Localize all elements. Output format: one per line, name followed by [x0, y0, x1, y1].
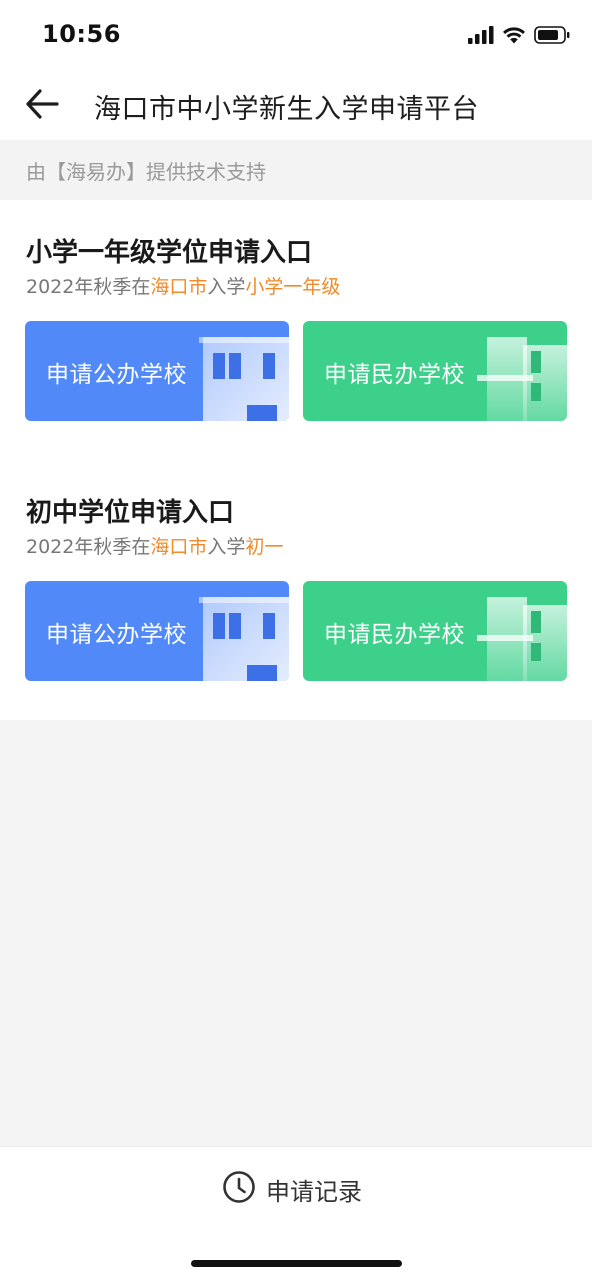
apply-public-school-button[interactable]: 申请公办学校: [25, 321, 289, 421]
apply-private-school-button[interactable]: 申请民办学校: [303, 321, 567, 421]
apply-public-school-button[interactable]: 申请公办学校: [25, 581, 289, 681]
main-content: 小学一年级学位申请入口 2022年秋季在海口市入学小学一年级 申请公办学校 申请…: [0, 200, 592, 720]
apply-private-school-label: 申请民办学校: [324, 622, 465, 648]
status-time: 10:56: [42, 20, 121, 48]
section-subtitle: 2022年秋季在海口市入学小学一年级: [26, 272, 340, 299]
apply-private-school-button[interactable]: 申请民办学校: [303, 581, 567, 681]
support-notice: 由【海易办】提供技术支持: [0, 140, 592, 200]
school-building-icon: [477, 597, 567, 681]
subtitle-text: 入学: [207, 536, 246, 558]
section-title: 小学一年级学位申请入口: [26, 238, 313, 268]
wifi-icon: [502, 26, 526, 48]
support-text: 由【海易办】提供技术支持: [26, 160, 266, 184]
subtitle-text: 2022年秋季在: [26, 276, 151, 298]
subtitle-grade: 初一: [245, 536, 284, 558]
home-indicator[interactable]: [191, 1260, 402, 1267]
apply-private-school-label: 申请民办学校: [324, 362, 465, 388]
apply-public-school-label: 申请公办学校: [46, 362, 187, 388]
status-icons: [468, 24, 570, 50]
clock-icon: [222, 1170, 256, 1208]
back-arrow-icon: [25, 89, 59, 123]
section-subtitle: 2022年秋季在海口市入学初一: [26, 532, 283, 559]
battery-icon: [534, 26, 570, 48]
subtitle-city: 海口市: [150, 536, 208, 558]
back-button[interactable]: [20, 84, 64, 128]
subtitle-city: 海口市: [150, 276, 208, 298]
application-records-button[interactable]: 申请记录: [222, 1169, 362, 1209]
section-title: 初中学位申请入口: [26, 498, 235, 528]
apply-public-school-label: 申请公办学校: [46, 622, 187, 648]
page-title: 海口市中小学新生入学申请平台: [94, 94, 479, 125]
signal-icon: [468, 26, 494, 48]
subtitle-text: 入学: [207, 276, 246, 298]
school-building-icon: [199, 337, 289, 421]
subtitle-grade: 小学一年级: [245, 276, 341, 298]
bottom-bar: 申请记录: [0, 1146, 592, 1281]
school-building-icon: [477, 337, 567, 421]
application-records-label: 申请记录: [266, 1177, 362, 1206]
school-building-icon: [199, 597, 289, 681]
subtitle-text: 2022年秋季在: [26, 536, 151, 558]
status-bar: 10:56: [0, 0, 592, 70]
nav-bar: 海口市中小学新生入学申请平台: [0, 70, 592, 140]
